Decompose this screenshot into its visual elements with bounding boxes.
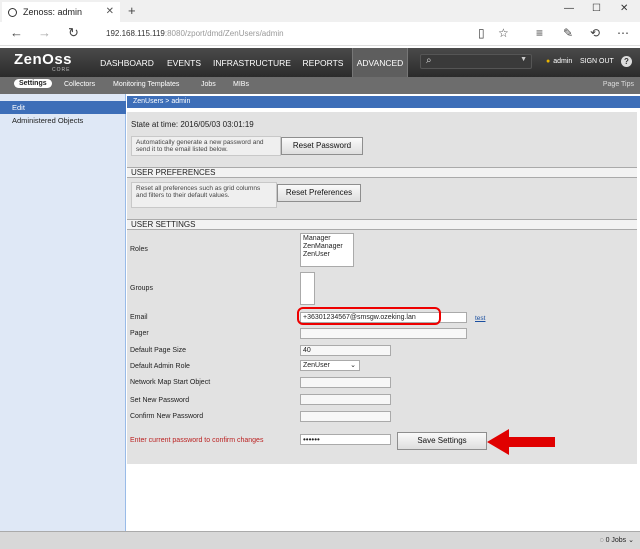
back-icon[interactable]: ←	[10, 25, 23, 40]
browser-titlebar: Zenoss: admin ✕ + — ☐ ✕	[0, 0, 640, 22]
search-icon: ⌕	[426, 55, 432, 66]
email-highlight-annotation	[297, 307, 441, 325]
sidebar-item-administered-objects[interactable]: Administered Objects	[0, 114, 126, 127]
nav-dashboard[interactable]: DASHBOARD	[96, 48, 158, 77]
reset-preferences-button[interactable]: Reset Preferences	[277, 184, 361, 202]
role-option[interactable]: Manager	[303, 235, 351, 243]
subnav-jobs[interactable]: Jobs	[201, 81, 216, 88]
pager-label: Pager	[130, 330, 149, 337]
role-option[interactable]: ZenUser	[303, 251, 351, 259]
page-tips-link[interactable]: Page Tips	[603, 81, 634, 88]
help-icon[interactable]: ?	[621, 56, 632, 67]
browser-tab[interactable]: Zenoss: admin ✕	[2, 2, 120, 22]
email-test-link[interactable]: test	[475, 315, 485, 322]
subnav-settings[interactable]: Settings	[14, 79, 52, 88]
role-option[interactable]: ZenManager	[303, 243, 351, 251]
left-sidebar: Edit Administered Objects	[0, 94, 126, 531]
nav-reports[interactable]: REPORTS	[298, 48, 348, 77]
default-page-size-label: Default Page Size	[130, 347, 187, 354]
url-path: :8080/zport/dmd/ZenUsers/admin	[164, 29, 284, 38]
confirm-password-field[interactable]	[300, 411, 391, 422]
page-size-field[interactable]: 40	[300, 345, 391, 356]
reading-view-icon[interactable]: ▯	[478, 26, 485, 40]
email-label: Email	[130, 314, 148, 321]
refresh-icon[interactable]: ↻	[68, 25, 79, 41]
more-icon[interactable]: ⋯	[617, 26, 629, 40]
reset-password-description: Automatically generate a new password an…	[131, 136, 281, 156]
sign-out-link[interactable]: SIGN OUT	[580, 58, 614, 65]
nav-events[interactable]: EVENTS	[160, 48, 208, 77]
tab-close-icon[interactable]: ✕	[106, 6, 114, 17]
groups-listbox[interactable]	[300, 272, 315, 305]
save-settings-button[interactable]: Save Settings	[397, 432, 487, 450]
red-arrow-annotation	[487, 429, 555, 455]
chevron-down-icon[interactable]: ▼	[520, 56, 527, 63]
network-map-label: Network Map Start Object	[130, 379, 211, 386]
user-icon: ●	[546, 58, 551, 65]
zenoss-logo-sub: CORE	[52, 67, 71, 73]
forward-icon[interactable]: →	[38, 25, 51, 40]
zenoss-header: ZenOss CORE DASHBOARD EVENTS INFRASTRUCT…	[0, 48, 640, 77]
current-password-field[interactable]: ••••••	[300, 434, 391, 445]
red-arrow-shape	[487, 429, 555, 455]
web-note-icon[interactable]: ✎	[563, 26, 573, 40]
state-time: State at time: 2016/05/03 03:01:19	[131, 120, 254, 129]
share-icon[interactable]: ⟲	[590, 26, 600, 40]
url-host: 192.168.115.119	[106, 29, 165, 38]
jobs-count: 0 Jobs	[605, 537, 627, 544]
reset-password-button[interactable]: Reset Password	[281, 137, 363, 155]
address-bar: ← → ↻ 192.168.115.119:8080/zport/dmd/Zen…	[0, 22, 640, 46]
confirm-new-password-label: Confirm New Password	[130, 413, 204, 420]
subnav-mibs[interactable]: MIBs	[233, 81, 249, 88]
user-preferences-heading: USER PREFERENCES	[127, 167, 637, 178]
admin-role-value: ZenUser	[303, 362, 330, 369]
reset-preferences-description: Reset all preferences such as grid colum…	[131, 182, 277, 208]
tab-title: Zenoss: admin	[23, 7, 83, 17]
current-password-label: Enter current password to confirm change…	[130, 437, 264, 444]
new-password-field[interactable]	[300, 394, 391, 405]
url-field[interactable]: 192.168.115.119:8080/zport/dmd/ZenUsers/…	[106, 29, 284, 38]
jobs-indicator[interactable]: ◌ 0 Jobs ⌄	[599, 536, 634, 544]
roles-listbox[interactable]: Manager ZenManager ZenUser	[300, 233, 354, 267]
username: admin	[553, 58, 573, 65]
hub-menu-icon[interactable]: ≡	[536, 26, 543, 40]
admin-role-select[interactable]: ZenUser ⌄	[300, 360, 360, 371]
breadcrumb: ZenUsers > admin	[127, 96, 640, 108]
window-close-icon[interactable]: ✕	[620, 3, 628, 14]
sidebar-item-edit[interactable]: Edit	[0, 101, 126, 114]
user-menu[interactable]: ● admin	[546, 58, 572, 65]
zenoss-favicon-icon	[8, 7, 17, 17]
favorite-star-icon[interactable]: ☆	[498, 26, 509, 40]
network-map-field[interactable]	[300, 377, 391, 388]
new-tab-icon[interactable]: +	[128, 3, 136, 18]
nav-infrastructure[interactable]: INFRASTRUCTURE	[210, 48, 294, 77]
subnav-monitoring-templates[interactable]: Monitoring Templates	[113, 81, 179, 88]
minimize-icon[interactable]: —	[564, 3, 574, 14]
user-settings-heading: USER SETTINGS	[127, 219, 637, 230]
search-input[interactable]: ⌕ ▼	[420, 54, 532, 69]
groups-label: Groups	[130, 285, 153, 292]
set-new-password-label: Set New Password	[130, 397, 190, 404]
chevron-down-icon: ⌄	[626, 537, 634, 544]
nav-advanced[interactable]: ADVANCED	[352, 48, 408, 77]
status-bar: ◌ 0 Jobs ⌄	[0, 531, 640, 549]
sub-nav: Settings Collectors Monitoring Templates…	[0, 77, 640, 94]
zenoss-logo[interactable]: ZenOss	[14, 51, 72, 68]
subnav-collectors[interactable]: Collectors	[64, 81, 95, 88]
pager-field[interactable]	[300, 328, 467, 339]
default-admin-role-label: Default Admin Role	[130, 363, 190, 370]
main-content: ZenUsers > admin State at time: 2016/05/…	[127, 94, 640, 531]
roles-label: Roles	[130, 246, 148, 253]
chevron-down-icon: ⌄	[350, 362, 356, 369]
maximize-icon[interactable]: ☐	[592, 3, 601, 14]
